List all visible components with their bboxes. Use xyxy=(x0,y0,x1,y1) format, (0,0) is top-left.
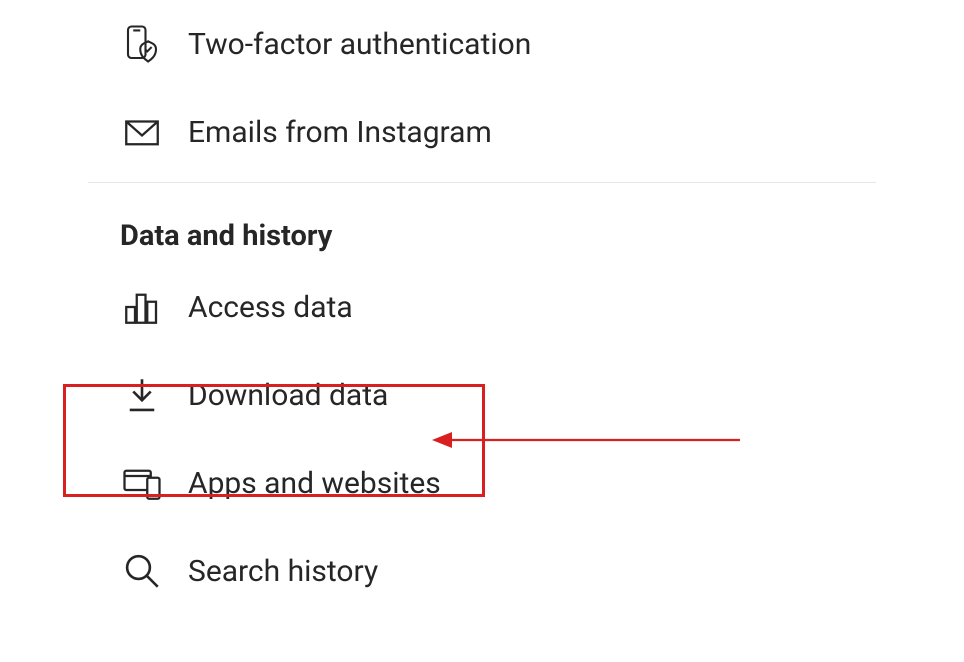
search-icon xyxy=(120,549,164,593)
email-icon xyxy=(120,110,164,154)
two-factor-icon xyxy=(120,22,164,66)
settings-list: Two-factor authentication Emails from In… xyxy=(0,0,964,615)
menu-item-label: Download data xyxy=(188,378,388,413)
menu-item-apps-websites[interactable]: Apps and websites xyxy=(0,439,964,527)
menu-item-label: Emails from Instagram xyxy=(188,115,492,150)
menu-item-two-factor[interactable]: Two-factor authentication xyxy=(0,0,964,88)
menu-item-label: Apps and websites xyxy=(188,466,441,501)
bar-chart-icon xyxy=(120,285,164,329)
section-header-data: Data and history xyxy=(0,189,964,263)
download-icon xyxy=(120,373,164,417)
menu-item-emails[interactable]: Emails from Instagram xyxy=(0,88,964,176)
menu-item-label: Access data xyxy=(188,290,353,325)
menu-item-label: Two-factor authentication xyxy=(188,27,531,62)
menu-item-label: Search history xyxy=(188,554,378,589)
section-divider xyxy=(88,182,876,183)
devices-icon xyxy=(120,461,164,505)
menu-item-download-data[interactable]: Download data xyxy=(0,351,964,439)
menu-item-access-data[interactable]: Access data xyxy=(0,263,964,351)
menu-item-search-history[interactable]: Search history xyxy=(0,527,964,615)
